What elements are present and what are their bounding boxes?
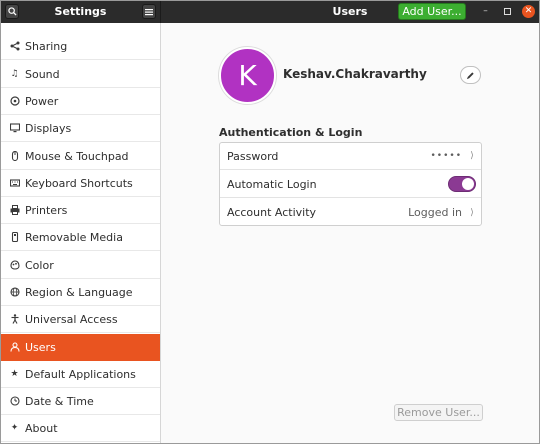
maximize-icon (504, 8, 511, 15)
chevron-right-icon: ⟩ (470, 151, 474, 161)
info-icon: ✦ (10, 423, 19, 433)
sidebar-item-label: Region & Language (25, 285, 133, 299)
sidebar-item-label: Color (25, 258, 54, 272)
minimize-icon: – (483, 6, 488, 16)
pencil-icon (466, 71, 474, 79)
sidebar-item-users[interactable]: Users (1, 334, 160, 361)
sidebar-item-label: Keyboard Shortcuts (25, 176, 133, 190)
password-label: Password (227, 149, 279, 163)
settings-title: Settings (54, 5, 107, 18)
avatar[interactable]: K (219, 47, 276, 104)
mouse-icon (9, 151, 20, 162)
close-icon: ✕ (524, 6, 533, 16)
remove-user-button[interactable]: Remove User... (394, 404, 483, 421)
sidebar-item-label: Users (25, 340, 56, 354)
sidebar: Sharing ♫ Sound Power Displays Mouse & T… (1, 23, 161, 443)
hamburger-menu-icon (145, 8, 153, 15)
sidebar-item-label: Sound (25, 67, 60, 81)
accessibility-icon (9, 314, 20, 325)
sidebar-item-power[interactable]: Power (1, 88, 160, 115)
account-activity-row[interactable]: Account Activity Logged in ⟩ (220, 199, 481, 226)
sidebar-item-label: Sharing (25, 39, 68, 53)
power-icon (9, 96, 20, 107)
header-bar: Settings Users Add User... – ✕ (1, 1, 539, 23)
removable-media-icon (9, 232, 20, 243)
sidebar-item-date-time[interactable]: Date & Time (1, 388, 160, 415)
sidebar-item-region-language[interactable]: Region & Language (1, 279, 160, 306)
password-row[interactable]: Password ••••• ⟩ (220, 143, 481, 170)
sidebar-item-label: Displays (25, 121, 72, 135)
sidebar-item-label: Power (25, 94, 59, 108)
sidebar-item-sharing[interactable]: Sharing (1, 33, 160, 60)
menu-button[interactable] (142, 4, 156, 19)
sidebar-item-label: Mouse & Touchpad (25, 149, 129, 163)
sidebar-item-mouse-touchpad[interactable]: Mouse & Touchpad (1, 143, 160, 170)
settings-window: Settings Users Add User... – ✕ Sharing ♫… (0, 0, 540, 444)
add-user-button[interactable]: Add User... (398, 3, 466, 20)
sidebar-item-keyboard-shortcuts[interactable]: Keyboard Shortcuts (1, 170, 160, 197)
sidebar-item-label: Universal Access (25, 312, 118, 326)
sidebar-item-printers[interactable]: Printers (1, 197, 160, 224)
sidebar-item-about[interactable]: ✦ About (1, 415, 160, 442)
minimize-button[interactable]: – (479, 5, 492, 18)
edit-name-button[interactable] (460, 66, 481, 84)
account-activity-label: Account Activity (227, 206, 317, 219)
globe-icon (9, 287, 20, 298)
sidebar-item-displays[interactable]: Displays (1, 115, 160, 142)
auth-settings-list: Password ••••• ⟩ Automatic Login Account… (219, 142, 482, 226)
music-note-icon: ♫ (10, 69, 19, 79)
share-icon (9, 41, 20, 52)
search-button[interactable] (5, 4, 19, 19)
color-icon (9, 260, 20, 271)
maximize-button[interactable] (501, 5, 514, 18)
sidebar-item-color[interactable]: Color (1, 252, 160, 279)
sidebar-item-removable-media[interactable]: Removable Media (1, 224, 160, 251)
account-activity-value: Logged in (408, 206, 462, 219)
section-title-authentication: Authentication & Login (219, 126, 363, 139)
keyboard-icon (9, 178, 20, 189)
automatic-login-toggle[interactable] (448, 176, 476, 192)
sidebar-header: Settings (1, 1, 161, 23)
display-icon (9, 123, 20, 134)
clock-icon (9, 396, 20, 407)
sidebar-item-sound[interactable]: ♫ Sound (1, 61, 160, 88)
sidebar-item-label: Removable Media (25, 230, 123, 244)
password-value: ••••• (430, 151, 462, 161)
star-icon: ★ (10, 369, 19, 379)
close-button[interactable]: ✕ (522, 5, 535, 18)
sidebar-item-label: Default Applications (25, 367, 136, 381)
avatar-letter: K (238, 59, 257, 92)
toggle-knob (462, 178, 474, 190)
users-panel: K Keshav.Chakravarthy Authentication & L… (162, 23, 539, 443)
chevron-right-icon: ⟩ (470, 207, 474, 218)
automatic-login-label: Automatic Login (227, 177, 317, 191)
user-icon (9, 342, 20, 353)
search-icon (7, 7, 17, 16)
automatic-login-row: Automatic Login (220, 171, 481, 198)
sidebar-item-label: About (25, 421, 58, 435)
sidebar-item-label: Printers (25, 203, 68, 217)
sidebar-item-label: Date & Time (25, 394, 94, 408)
printer-icon (9, 205, 20, 216)
sidebar-item-universal-access[interactable]: Universal Access (1, 306, 160, 333)
sidebar-item-default-applications[interactable]: ★ Default Applications (1, 361, 160, 388)
user-full-name: Keshav.Chakravarthy (283, 67, 427, 81)
